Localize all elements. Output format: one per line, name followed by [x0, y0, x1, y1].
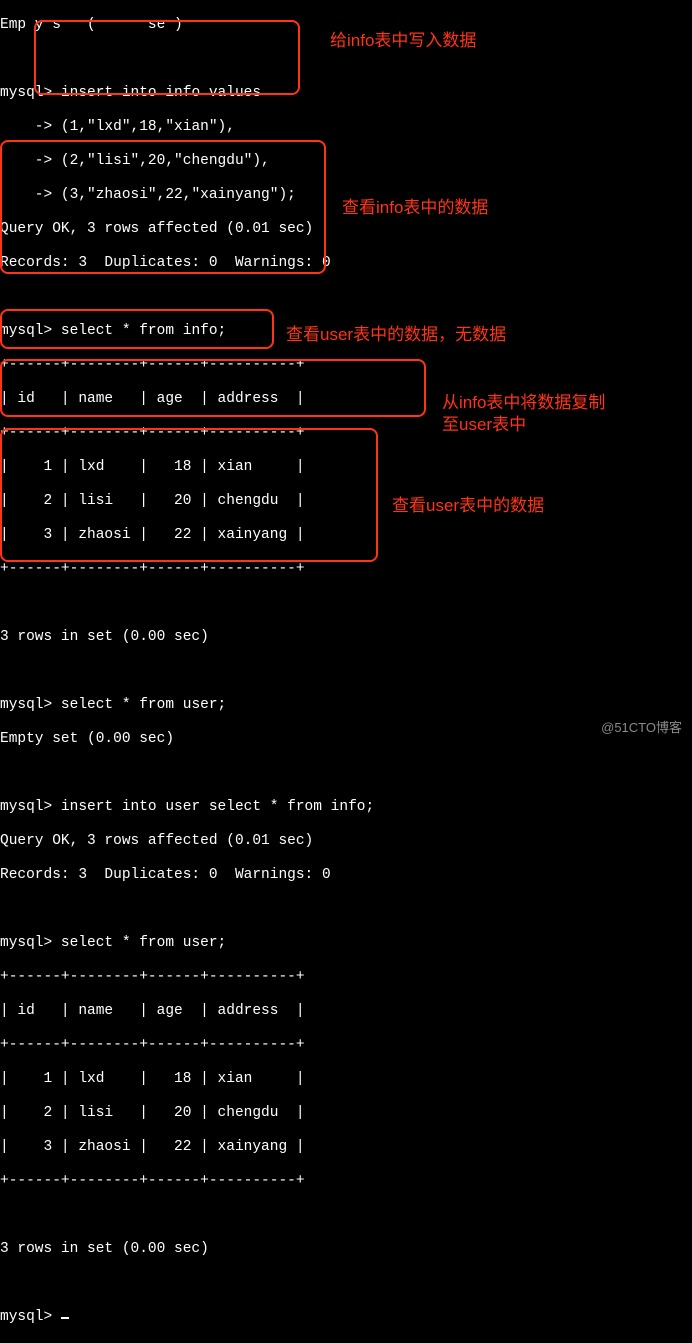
prompt-line[interactable]: mysql> [0, 1309, 692, 1326]
table-border: +------+--------+------+----------+ [0, 969, 692, 986]
blank-line [0, 663, 692, 680]
table-row: | 2 | lisi | 20 | chengdu | [0, 493, 692, 510]
blank-line [0, 51, 692, 68]
insert-user-result1: Query OK, 3 rows affected (0.01 sec) [0, 833, 692, 850]
blank-line [0, 1207, 692, 1224]
insert-info-line3: -> (2,"lisi",20,"chengdu"), [0, 153, 692, 170]
insert-user-cmd: mysql> insert into user select * from in… [0, 799, 692, 816]
blank-line [0, 765, 692, 782]
table-header: | id | name | age | address | [0, 391, 692, 408]
blank-line [0, 901, 692, 918]
select-user2-cmd: mysql> select * from user; [0, 935, 692, 952]
table-border: +------+--------+------+----------+ [0, 357, 692, 374]
table-border: +------+--------+------+----------+ [0, 1037, 692, 1054]
line-cut-top: Emp y s ( se ) [0, 17, 692, 34]
blank-line [0, 289, 692, 306]
empty-set: Empty set (0.00 sec) [0, 731, 692, 748]
table-border: +------+--------+------+----------+ [0, 1173, 692, 1190]
insert-info-line1: mysql> insert into info values [0, 85, 692, 102]
rows-in-set: 3 rows in set (0.00 sec) [0, 1241, 692, 1258]
table-row: | 3 | zhaosi | 22 | xainyang | [0, 527, 692, 544]
insert-info-result2: Records: 3 Duplicates: 0 Warnings: 0 [0, 255, 692, 272]
rows-in-set: 3 rows in set (0.00 sec) [0, 629, 692, 646]
table-row: | 2 | lisi | 20 | chengdu | [0, 1105, 692, 1122]
insert-info-result1: Query OK, 3 rows affected (0.01 sec) [0, 221, 692, 238]
table-row: | 1 | lxd | 18 | xian | [0, 1071, 692, 1088]
cursor [61, 1317, 69, 1319]
insert-info-line2: -> (1,"lxd",18,"xian"), [0, 119, 692, 136]
table-row: | 1 | lxd | 18 | xian | [0, 459, 692, 476]
select-info-cmd: mysql> select * from info; [0, 323, 692, 340]
blank-line [0, 595, 692, 612]
select-user-cmd: mysql> select * from user; [0, 697, 692, 714]
table-border: +------+--------+------+----------+ [0, 561, 692, 578]
insert-user-result2: Records: 3 Duplicates: 0 Warnings: 0 [0, 867, 692, 884]
table-row: | 3 | zhaosi | 22 | xainyang | [0, 1139, 692, 1156]
table-header: | id | name | age | address | [0, 1003, 692, 1020]
watermark: @51CTO博客 [601, 717, 682, 736]
table-border: +------+--------+------+----------+ [0, 425, 692, 442]
insert-info-line4: -> (3,"zhaosi",22,"xainyang"); [0, 187, 692, 204]
blank-line [0, 1275, 692, 1292]
terminal-output: Emp y s ( se ) mysql> insert into info v… [0, 0, 692, 1343]
